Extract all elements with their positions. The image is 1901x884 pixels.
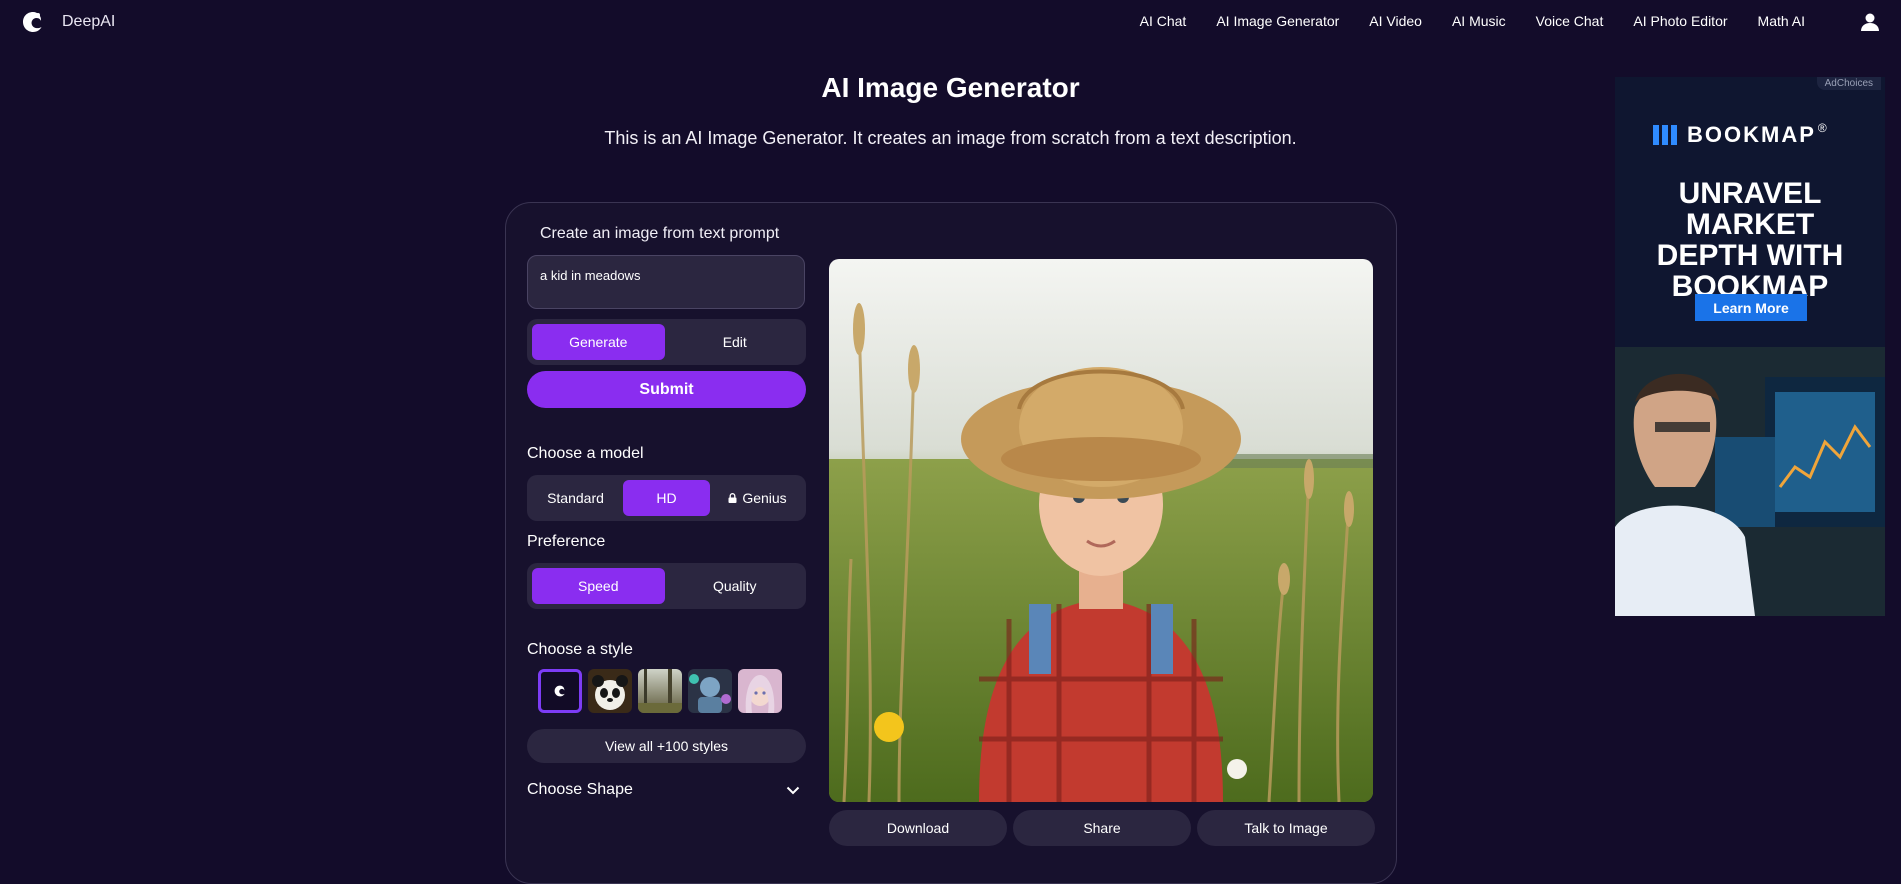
ad-headline-line1: UNRAVEL MARKET (1678, 177, 1822, 241)
nav-ai-chat[interactable]: AI Chat (1140, 13, 1187, 29)
robot-thumbnail (688, 669, 732, 713)
preference-selector: Speed Quality (527, 563, 806, 609)
forest-thumbnail (638, 669, 682, 713)
ad-headline-line2: DEPTH WITH (1656, 239, 1844, 272)
fantasy-girl-thumbnail (738, 669, 782, 713)
bookmap-bars-icon (1653, 125, 1677, 145)
user-account-icon[interactable] (1859, 11, 1881, 33)
style-default[interactable] (538, 669, 582, 713)
generator-heading: Create an image from text prompt (540, 225, 780, 242)
lock-icon (728, 493, 737, 503)
ad-learn-more-button[interactable]: Learn More (1695, 294, 1807, 321)
panda-thumbnail (588, 669, 632, 713)
nav-math-ai[interactable]: Math AI (1758, 13, 1805, 29)
main-nav: AI Chat AI Image Generator AI Video AI M… (1140, 13, 1805, 29)
edit-tab[interactable]: Edit (669, 324, 802, 360)
top-nav-bar: DeepAI AI Chat AI Image Generator AI Vid… (0, 0, 1901, 42)
model-label: Choose a model (527, 445, 644, 462)
style-forest[interactable] (638, 669, 682, 713)
preference-label: Preference (527, 533, 606, 550)
preference-speed[interactable]: Speed (532, 568, 665, 604)
nav-ai-image-generator[interactable]: AI Image Generator (1216, 13, 1339, 29)
style-robot[interactable] (688, 669, 732, 713)
deepai-logo-icon (554, 685, 565, 697)
submit-button[interactable]: Submit (527, 371, 806, 408)
style-panda[interactable] (588, 669, 632, 713)
ad-headline: UNRAVEL MARKET DEPTH WITH BOOKMAP (1615, 178, 1885, 302)
model-standard[interactable]: Standard (532, 480, 619, 516)
view-all-styles-button[interactable]: View all +100 styles (527, 729, 806, 763)
share-button[interactable]: Share (1013, 810, 1191, 846)
style-fantasy-girl[interactable] (738, 669, 782, 713)
model-hd[interactable]: HD (623, 480, 710, 516)
bookmap-name: BOOKMAP (1687, 122, 1816, 147)
generator-card: Create an image from text prompt a kid i… (505, 202, 1397, 884)
registered-mark: ® (1817, 121, 1827, 135)
prompt-input[interactable]: a kid in meadows (527, 255, 805, 309)
nav-voice-chat[interactable]: Voice Chat (1536, 13, 1604, 29)
generate-tab[interactable]: Generate (532, 324, 665, 360)
brand-name: DeepAI (62, 13, 116, 30)
model-selector: Standard HD Genius (527, 475, 806, 521)
adchoices-label[interactable]: AdChoices (1816, 77, 1881, 90)
choose-shape-toggle[interactable]: Choose Shape (527, 781, 806, 799)
download-button[interactable]: Download (829, 810, 1007, 846)
nav-ai-video[interactable]: AI Video (1369, 13, 1422, 29)
choose-shape-label: Choose Shape (527, 781, 633, 798)
model-genius[interactable]: Genius (714, 480, 801, 516)
brand[interactable]: DeepAI (20, 9, 115, 35)
chevron-down-icon (786, 786, 800, 794)
style-label: Choose a style (527, 641, 633, 658)
preference-quality[interactable]: Quality (669, 568, 802, 604)
nav-ai-photo-editor[interactable]: AI Photo Editor (1633, 13, 1727, 29)
talk-to-image-button[interactable]: Talk to Image (1197, 810, 1375, 846)
style-list (538, 669, 782, 713)
model-genius-label: Genius (742, 490, 787, 506)
kid-in-meadow-image (829, 259, 1373, 802)
bookmap-logo: BOOKMAP ® (1653, 121, 1827, 148)
nav-ai-music[interactable]: AI Music (1452, 13, 1506, 29)
deepai-logo-icon (23, 12, 42, 32)
ad-trader-photo (1615, 347, 1885, 616)
generated-image (829, 259, 1373, 802)
mode-toggle: Generate Edit (527, 319, 806, 365)
advertisement[interactable]: AdChoices BOOKMAP ® UNRAVEL MARKET DEPTH… (1615, 77, 1885, 616)
